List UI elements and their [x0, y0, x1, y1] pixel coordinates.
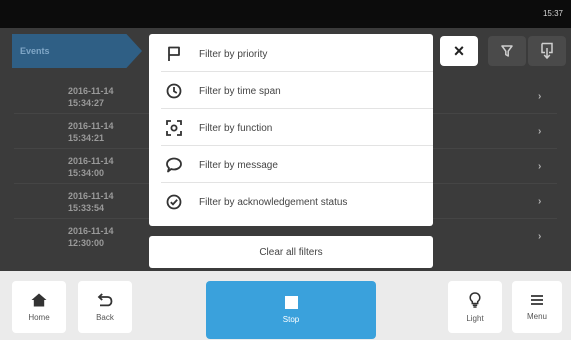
menu-divider: [161, 71, 433, 72]
clear-filters-button[interactable]: Clear all filters: [149, 236, 433, 268]
menu-item-label: Filter by message: [199, 159, 278, 171]
menu-divider: [161, 108, 433, 109]
tab-events-label: Events: [20, 46, 50, 56]
clock: 15:37: [542, 9, 563, 18]
flag-icon: [163, 43, 185, 65]
message-icon: [163, 154, 185, 176]
menu-button[interactable]: Menu: [512, 281, 562, 333]
close-button[interactable]: ×: [440, 36, 478, 66]
menu-item-label: Filter by acknowledgement status: [199, 196, 348, 208]
menu-item-filter-priority[interactable]: Filter by priority: [149, 36, 433, 72]
export-button[interactable]: [528, 36, 566, 66]
event-timestamp: 2016-11-14 15:34:27: [68, 85, 114, 109]
check-circle-icon: [163, 191, 185, 213]
back-label: Back: [96, 312, 114, 322]
menu-item-filter-message[interactable]: Filter by message: [149, 147, 433, 183]
menu-item-label: Filter by function: [199, 122, 273, 134]
export-icon: [541, 42, 553, 60]
filter-menu: Filter by priority Filter by time span F…: [149, 34, 433, 226]
chevron-right-icon: ›: [538, 196, 542, 207]
stop-button[interactable]: Stop: [206, 281, 376, 339]
home-label: Home: [28, 312, 50, 322]
event-timestamp: 2016-11-14 15:34:21: [68, 120, 114, 144]
menu-item-label: Filter by time span: [199, 85, 281, 97]
event-timestamp: 2016-11-14 15:34:00: [68, 155, 114, 179]
menu-item-filter-acknowledgement[interactable]: Filter by acknowledgement status: [149, 184, 433, 220]
clear-filters-label: Clear all filters: [259, 246, 323, 258]
back-icon: [97, 292, 113, 306]
menu-item-filter-time-span[interactable]: Filter by time span: [149, 73, 433, 109]
chevron-right-icon: ›: [538, 91, 542, 102]
menu-label: Menu: [526, 311, 547, 321]
event-date: 2016-11-14: [68, 156, 114, 166]
event-timestamp: 2016-11-14 12:30:00: [68, 225, 114, 249]
event-date: 2016-11-14: [68, 86, 114, 96]
menu-item-label: Filter by priority: [199, 48, 268, 60]
hamburger-icon: [531, 294, 543, 305]
status-bar: 15:37: [0, 0, 571, 28]
menu-divider: [161, 145, 433, 146]
menu-divider: [161, 182, 433, 183]
event-date: 2016-11-14: [68, 121, 114, 131]
menu-item-filter-function[interactable]: Filter by function: [149, 110, 433, 146]
chevron-right-icon: ›: [538, 161, 542, 172]
event-date: 2016-11-14: [68, 191, 114, 201]
chevron-right-icon: ›: [538, 231, 542, 242]
home-icon: [31, 293, 47, 306]
clock-icon: [163, 80, 185, 102]
light-label: Light: [466, 313, 484, 323]
filter-icon: [501, 45, 513, 57]
lightbulb-icon: [469, 291, 481, 308]
event-time: 15:33:54: [68, 203, 105, 213]
close-icon: ×: [453, 40, 465, 61]
tab-events[interactable]: Events: [12, 34, 142, 68]
stop-label: Stop: [282, 315, 300, 324]
event-date: 2016-11-14: [68, 226, 114, 236]
event-time: 12:30:00: [68, 238, 105, 248]
event-time: 15:34:27: [68, 98, 105, 108]
event-time: 15:34:00: [68, 168, 105, 178]
back-button[interactable]: Back: [78, 281, 132, 333]
home-button[interactable]: Home: [12, 281, 66, 333]
function-icon: [163, 117, 185, 139]
light-button[interactable]: Light: [448, 281, 502, 333]
event-time: 15:34:21: [68, 133, 105, 143]
chevron-right-icon: ›: [538, 126, 542, 137]
filter-button[interactable]: [488, 36, 526, 66]
stop-icon: [284, 296, 298, 309]
event-timestamp: 2016-11-14 15:33:54: [68, 190, 114, 214]
